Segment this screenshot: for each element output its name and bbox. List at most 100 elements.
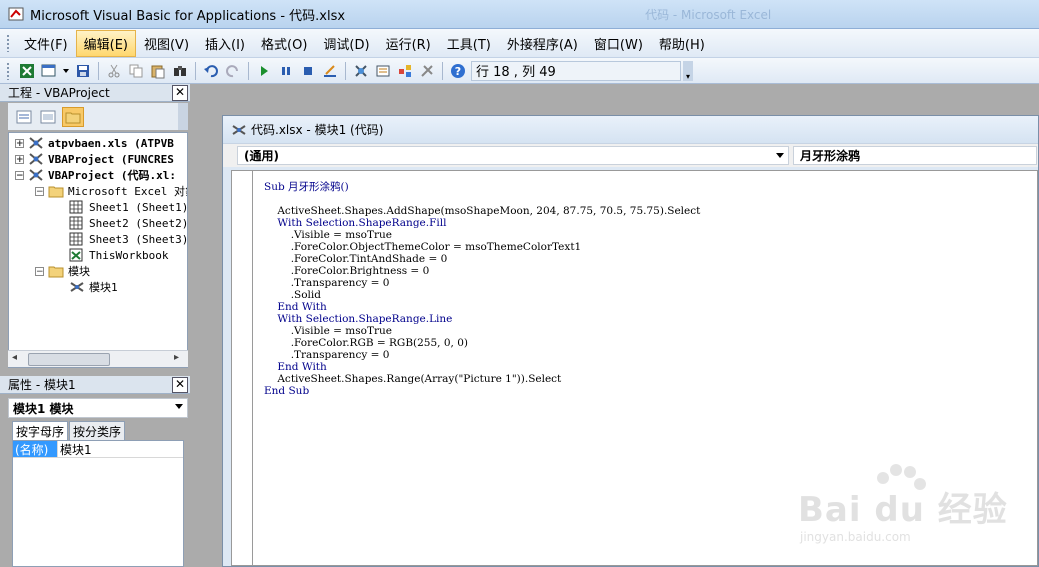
find-icon[interactable]	[171, 62, 189, 80]
reset-icon[interactable]	[299, 62, 317, 80]
project-pane-title: 工程 - VBAProject	[8, 86, 110, 100]
save-icon[interactable]	[74, 62, 92, 80]
code-text[interactable]: Sub 月牙形涂鸦() ActiveSheet.Shapes.AddShape(…	[264, 181, 700, 397]
code-line[interactable]: ActiveSheet.Shapes.AddShape(msoShapeMoon…	[264, 205, 700, 217]
tab-alphabetic[interactable]: 按字母序	[12, 421, 69, 440]
code-line[interactable]: .ForeColor.TintAndShade = 0	[264, 253, 700, 265]
code-line[interactable]: .Solid	[264, 289, 700, 301]
standard-toolbar: ? 行 18 , 列 49 ▾	[0, 58, 1039, 84]
toolbar-separator	[248, 61, 249, 80]
toolbox-icon[interactable]	[418, 62, 436, 80]
project-tree-hscrollbar[interactable]: ◂ ▸	[8, 350, 188, 367]
menu-view[interactable]: 视图(V)	[136, 30, 197, 57]
scroll-thumb[interactable]	[28, 353, 110, 366]
toolbar-grip-icon[interactable]	[6, 61, 10, 80]
project-pane-toolbar	[8, 103, 188, 130]
help-icon[interactable]: ?	[449, 62, 467, 80]
background-window-title: 代码 - Microsoft Excel	[645, 7, 772, 22]
paste-icon[interactable]	[149, 62, 167, 80]
project-toolbar-overflow[interactable]	[178, 103, 188, 130]
tab-categorized[interactable]: 按分类序	[69, 421, 126, 440]
project-explorer-icon[interactable]	[352, 62, 370, 80]
cursor-position-readout: 行 18 , 列 49	[471, 60, 681, 81]
scroll-left-icon[interactable]: ◂	[12, 352, 17, 363]
menu-window[interactable]: 窗口(W)	[586, 30, 651, 57]
collapse-icon[interactable]: −	[35, 266, 44, 276]
view-object-icon[interactable]	[38, 108, 58, 126]
insert-dropdown-icon[interactable]	[62, 62, 70, 80]
close-icon[interactable]: ✕	[172, 85, 188, 101]
code-line[interactable]: .ForeColor.RGB = RGB(255, 0, 0)	[264, 337, 700, 349]
code-line[interactable]: With Selection.ShapeRange.Fill	[264, 217, 700, 229]
toolbar-options-icon[interactable]: ▾	[683, 60, 693, 81]
code-line[interactable]: End With	[264, 301, 700, 313]
menu-tools[interactable]: 工具(T)	[439, 30, 499, 57]
tree-item-atpvbaen[interactable]: + atpvbaen.xls (ATPVB	[15, 135, 174, 151]
break-icon[interactable]	[277, 62, 295, 80]
code-margin-bar[interactable]	[232, 171, 253, 565]
code-line[interactable]: End With	[264, 361, 700, 373]
toolbar-separator	[345, 61, 346, 80]
tree-item-vbaproject-code[interactable]: − VBAProject (代码.xl:	[15, 167, 176, 183]
run-icon[interactable]	[255, 62, 273, 80]
menu-edit[interactable]: 编辑(E)	[75, 29, 136, 57]
tree-item-funcres[interactable]: + VBAProject (FUNCRES	[15, 151, 174, 167]
redo-icon[interactable]	[224, 62, 242, 80]
code-line[interactable]: .ForeColor.Brightness = 0	[264, 265, 700, 277]
collapse-icon[interactable]: −	[15, 170, 24, 180]
menu-grip-icon[interactable]	[6, 34, 10, 52]
tree-item-sheet2[interactable]: Sheet2 (Sheet2)	[69, 215, 187, 231]
tree-item-sheet3[interactable]: Sheet3 (Sheet3)	[69, 231, 187, 247]
scroll-right-icon[interactable]: ▸	[174, 352, 179, 363]
code-line[interactable]	[264, 193, 700, 205]
property-key: (名称)	[13, 441, 58, 457]
chevron-down-icon[interactable]	[776, 153, 784, 158]
svg-text:?: ?	[455, 65, 461, 78]
menu-run[interactable]: 运行(R)	[378, 30, 439, 57]
code-line[interactable]: .Transparency = 0	[264, 349, 700, 361]
code-line[interactable]: End Sub	[264, 385, 700, 397]
code-line[interactable]: .Transparency = 0	[264, 277, 700, 289]
close-icon[interactable]: ✕	[172, 377, 188, 393]
code-line[interactable]: .Visible = msoTrue	[264, 325, 700, 337]
object-select[interactable]: (通用)	[237, 146, 789, 165]
copy-icon[interactable]	[127, 62, 145, 80]
baidu-watermark: Bai du 经验 jingyan.baidu.com	[798, 460, 1028, 560]
menu-debug[interactable]: 调试(D)	[315, 30, 377, 57]
properties-window-icon[interactable]	[374, 62, 392, 80]
code-line[interactable]: ActiveSheet.Shapes.Range(Array("Picture …	[264, 373, 700, 385]
tree-item-module1[interactable]: 模块1	[69, 279, 118, 295]
expand-icon[interactable]: +	[15, 138, 24, 148]
object-browser-icon[interactable]	[396, 62, 414, 80]
chevron-down-icon[interactable]	[175, 404, 183, 409]
menu-help[interactable]: 帮助(H)	[651, 30, 713, 57]
expand-icon[interactable]: +	[15, 154, 24, 164]
design-mode-icon[interactable]	[321, 62, 339, 80]
menu-file[interactable]: 文件(F)	[16, 30, 76, 57]
code-line[interactable]: With Selection.ShapeRange.Line	[264, 313, 700, 325]
excel-view-icon[interactable]	[18, 62, 36, 80]
toggle-folders-icon[interactable]	[62, 106, 84, 127]
menu-addins[interactable]: 外接程序(A)	[499, 30, 586, 57]
properties-pane-title: 属性 - 模块1	[8, 378, 76, 392]
tree-item-sheet1[interactable]: Sheet1 (Sheet1)	[69, 199, 187, 215]
worksheet-icon	[69, 200, 85, 214]
properties-object-select[interactable]: 模块1 模块	[8, 398, 188, 418]
insert-userform-icon[interactable]	[40, 62, 58, 80]
code-line[interactable]: Sub 月牙形涂鸦()	[264, 181, 700, 193]
code-window-titlebar[interactable]: 代码.xlsx - 模块1 (代码)	[223, 116, 1038, 143]
cut-icon[interactable]	[105, 62, 123, 80]
property-row[interactable]: (名称) 模块1	[13, 441, 183, 458]
view-code-icon[interactable]	[14, 108, 34, 126]
tree-item-excel-objects[interactable]: − Microsoft Excel 对象	[35, 183, 187, 199]
procedure-select[interactable]: 月牙形涂鸦	[793, 146, 1037, 165]
code-line[interactable]: .Visible = msoTrue	[264, 229, 700, 241]
menu-insert[interactable]: 插入(I)	[197, 30, 253, 57]
tree-item-modules-folder[interactable]: − 模块	[35, 263, 90, 279]
undo-icon[interactable]	[202, 62, 220, 80]
code-line[interactable]: .ForeColor.ObjectThemeColor = msoThemeCo…	[264, 241, 700, 253]
tree-item-thisworkbook[interactable]: ThisWorkbook	[69, 247, 168, 263]
collapse-icon[interactable]: −	[35, 186, 44, 196]
property-value[interactable]: 模块1	[58, 441, 92, 457]
menu-format[interactable]: 格式(O)	[253, 30, 315, 57]
